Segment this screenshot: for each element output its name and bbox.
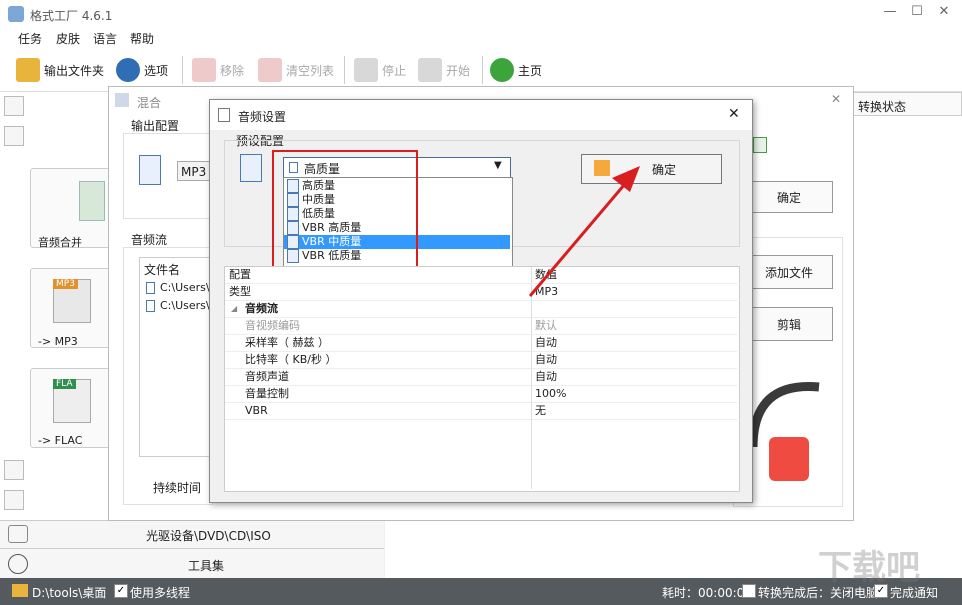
multithread-label: 使用多线程 — [130, 586, 191, 600]
watermark: 下载吧 — [818, 548, 920, 588]
output-path[interactable]: D:\tools\桌面 — [32, 584, 106, 601]
elapsed-time: 耗时：00:00:00 — [662, 586, 752, 600]
multithread-checkbox[interactable]: ✓ — [114, 584, 128, 598]
folder-icon — [12, 584, 28, 597]
shutdown-checkbox[interactable] — [742, 584, 756, 598]
annotation-arrow — [528, 166, 640, 297]
